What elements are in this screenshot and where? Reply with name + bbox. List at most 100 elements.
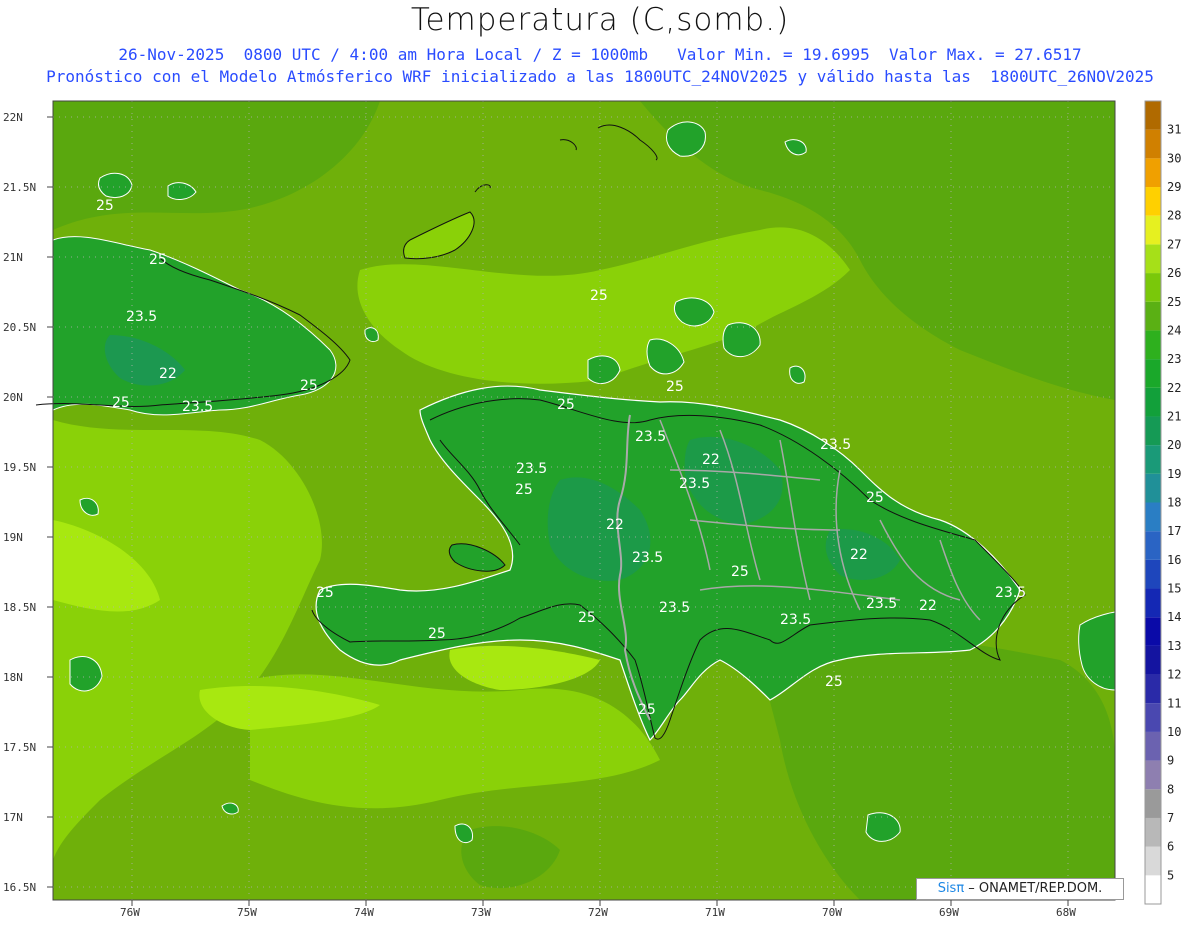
lon-ticks	[131, 900, 1069, 906]
contour-label: 23.5	[659, 600, 690, 616]
colorbar-tick-label: 20	[1167, 438, 1181, 452]
colorbar-tick-label: 24	[1167, 323, 1181, 337]
colorbar-tick-label: 14	[1167, 610, 1181, 624]
contour-label: 25	[731, 564, 749, 580]
contour-label: 25	[866, 490, 884, 506]
colorbar-swatch	[1145, 531, 1161, 560]
colorbar-tick-label: 10	[1167, 725, 1181, 739]
colorbar-swatch	[1145, 445, 1161, 474]
lat-tick-label: 16.5N	[3, 881, 36, 894]
colorbar-tick-label: 29	[1167, 180, 1181, 194]
contour-label: 25	[590, 288, 608, 304]
colorbar-tick-label: 19	[1167, 467, 1181, 481]
lon-tick-label: 71W	[705, 906, 725, 919]
contour-label: 23.5	[632, 550, 663, 566]
contour-label: 23.5	[866, 596, 897, 612]
colorbar-swatch	[1145, 617, 1161, 646]
contour-label: 23.5	[679, 476, 710, 492]
contour-label: 25	[825, 674, 843, 690]
colorbar-tick-label: 31	[1167, 123, 1181, 137]
lon-tick-label: 70W	[822, 906, 842, 919]
contour-label: 22	[159, 366, 177, 382]
colorbar-swatch	[1145, 674, 1161, 704]
colorbar-swatch	[1145, 416, 1161, 446]
colorbar-swatch	[1145, 875, 1161, 904]
contour-label: 22	[702, 452, 720, 468]
contour-label: 23.5	[995, 585, 1026, 601]
lat-tick-label: 22N	[3, 111, 23, 124]
colorbar-tick-label: 30	[1167, 151, 1181, 165]
colorbar-tick-label: 16	[1167, 553, 1181, 567]
colorbar-swatch	[1145, 273, 1161, 302]
island-outline	[97, 172, 133, 199]
lat-axis: 22N 21.5N 21N 20.5N 20N 19.5N 19N 18.5N …	[3, 111, 53, 894]
lat-tick-label: 21N	[3, 251, 23, 264]
colorbar-swatch	[1145, 129, 1161, 159]
colorbar-swatch	[1145, 187, 1161, 216]
colorbar-swatch	[1145, 846, 1161, 876]
colorbar-swatch	[1145, 101, 1161, 130]
colorbar-tick-label: 21	[1167, 409, 1181, 423]
contour-label: 25	[428, 626, 446, 642]
turks-caicos-island	[666, 121, 706, 157]
contour-label: 22	[606, 517, 624, 533]
colorbar-tick-label: 25	[1167, 295, 1181, 309]
contour-label: 22	[919, 598, 937, 614]
colorbar-swatch	[1145, 789, 1161, 818]
lon-tick-label: 74W	[354, 906, 374, 919]
lon-tick-label: 75W	[237, 906, 257, 919]
colorbar-swatch	[1145, 559, 1161, 589]
contour-label: 25	[112, 395, 130, 411]
colorbar-tick-label: 15	[1167, 582, 1181, 596]
colorbar-swatch	[1145, 301, 1161, 331]
lon-tick-label: 76W	[120, 906, 140, 919]
contour-label: 22	[850, 547, 868, 563]
contour-label: 25	[316, 585, 334, 601]
contour-label: 25	[300, 378, 318, 394]
credit-text: – ONAMET/REP.DOM.	[964, 881, 1103, 896]
lat-tick-label: 20.5N	[3, 321, 36, 334]
contour-label: 25	[515, 482, 533, 498]
colorbar-swatch	[1145, 645, 1161, 675]
lat-tick-label: 19N	[3, 531, 23, 544]
colorbar-swatch	[1145, 760, 1161, 790]
contour-label: 25	[149, 252, 167, 268]
colorbar-tick-label: 9	[1167, 754, 1174, 768]
colorbar-tick-label: 26	[1167, 266, 1181, 280]
colorbar-tick-label: 6	[1167, 840, 1174, 854]
lon-tick-label: 68W	[1056, 906, 1076, 919]
lat-tick-label: 19.5N	[3, 461, 36, 474]
contour-label: 23.5	[126, 309, 157, 325]
colorbar-swatch	[1145, 244, 1161, 274]
colorbar-tick-label: 28	[1167, 209, 1181, 223]
colorbar-tick-label: 23	[1167, 352, 1181, 366]
lon-tick-label: 69W	[939, 906, 959, 919]
colorbar-swatch	[1145, 473, 1161, 503]
colorbar-tick-label: 17	[1167, 524, 1181, 538]
lat-ticks	[47, 116, 53, 888]
colorbar-tick-label: 27	[1167, 237, 1181, 251]
lon-tick-label: 72W	[588, 906, 608, 919]
colorbar-swatch	[1145, 817, 1161, 847]
credit-box: Sisπ – ONAMET/REP.DOM.	[916, 878, 1124, 900]
contour-label: 25	[557, 397, 575, 413]
map-figure: 25 25 23.5 22 25 23.5 25 25 25 23.5 22 2…	[3, 100, 1181, 919]
colorbar-swatch	[1145, 703, 1161, 732]
colorbar-tick-label: 8	[1167, 782, 1174, 796]
lat-tick-label: 21.5N	[3, 181, 36, 194]
contour-label: 23.5	[820, 437, 851, 453]
lat-tick-label: 17.5N	[3, 741, 36, 754]
contour-label: 25	[96, 198, 114, 214]
colorbar-tick-label: 5	[1167, 868, 1174, 882]
contour-label: 23.5	[635, 429, 666, 445]
colorbar-tick-label: 22	[1167, 381, 1181, 395]
colorbar-swatch	[1145, 502, 1161, 532]
colorbar-tick-label: 7	[1167, 811, 1174, 825]
lat-tick-label: 18.5N	[3, 601, 36, 614]
contour-label: 23.5	[516, 461, 547, 477]
colorbar-swatch	[1145, 158, 1161, 188]
colorbar-tick-label: 12	[1167, 668, 1181, 682]
lon-axis: 76W 75W 74W 73W 72W 71W 70W 69W 68W	[120, 900, 1076, 919]
colorbar-swatch	[1145, 215, 1161, 245]
lat-tick-label: 18N	[3, 671, 23, 684]
